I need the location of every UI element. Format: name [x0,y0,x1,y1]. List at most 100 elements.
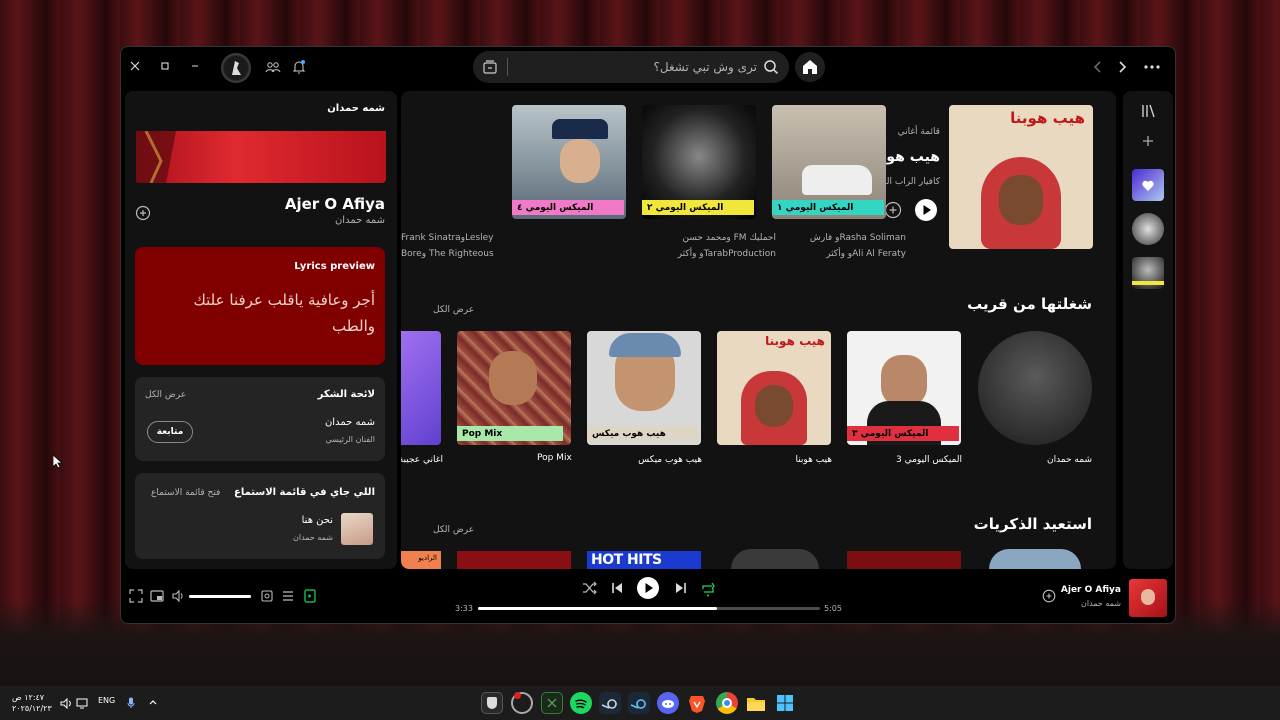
microphone-icon[interactable] [127,697,135,709]
spotify-icon[interactable] [570,692,592,714]
player-track-title[interactable]: Ajer O Afiya [1061,585,1121,595]
recent-hiphop-label[interactable]: هيب هوبنا [795,455,832,465]
featured-play-button[interactable] [915,199,937,221]
friends-icon[interactable] [265,59,281,75]
connect-device-icon[interactable] [260,589,274,603]
create-playlist-icon[interactable] [1140,133,1156,149]
memories-cover-4[interactable] [731,549,819,569]
forward-icon[interactable] [1115,59,1129,75]
memories-cover-2[interactable] [457,551,571,569]
mix1-car [802,165,872,195]
file-explorer-icon[interactable] [745,692,767,714]
liked-songs-item[interactable] [1132,169,1164,201]
recent-hiphop-mix-label[interactable]: هيب هوب ميكس [638,455,702,465]
lyrics-preview-card[interactable]: Lyrics preview أجر وعافية ياقلب عرفنا عل… [135,247,385,365]
minimize-icon[interactable] [189,60,201,72]
daily-mix-1-cover[interactable]: الميكس اليومي ١ [772,105,886,219]
search-input[interactable] [513,51,757,83]
np-track-title[interactable]: Ajer O Afiya [285,195,385,213]
now-playing-view-icon[interactable] [303,589,317,603]
player-track-artist[interactable]: شمه حمدان [1081,599,1121,608]
previous-icon[interactable] [610,581,624,595]
home-button[interactable] [795,52,825,82]
memories-hot-hits-cover[interactable]: HOT HITS [587,551,701,569]
np-track-artist[interactable]: شمه حمدان [335,215,385,226]
tray-chevron-icon[interactable] [148,698,158,706]
mix4-line2: Boreو The Righteous [401,249,494,259]
memories-show-all[interactable]: عرض الكل [433,525,474,535]
player-cover-art[interactable] [1129,579,1167,617]
epic-games-icon[interactable] [481,692,503,714]
hiphop-cover-text: هيب هوبنا [765,334,825,348]
fullscreen-icon[interactable] [129,589,143,603]
close-icon[interactable] [129,60,141,72]
windows-taskbar: ١٢:٤٧ ص ٢٠٢٥/١٢/٢٣ ENG [0,686,1280,720]
steam-icon[interactable] [599,692,621,714]
recent-weird-songs-cover[interactable] [401,331,441,445]
browse-icon[interactable] [482,59,498,75]
recent-mix3-label[interactable]: الميكس اليومي 3 [896,455,962,465]
shuffle-icon[interactable] [582,581,598,595]
featured-cover[interactable]: هيب هوبنا [949,105,1093,249]
memories-section-title[interactable]: استعيد الذكريات [974,515,1092,533]
recent-mix3-cover[interactable]: الميكس اليومي ٣ [847,331,961,445]
queue-track-title[interactable]: نحن هنا [302,515,333,526]
recent-artist-cover[interactable] [978,331,1092,445]
taskbar-clock[interactable]: ١٢:٤٧ ص ٢٠٢٥/١٢/٢٣ [12,692,52,714]
chrome-icon[interactable] [716,692,738,714]
featured-add-icon[interactable] [884,201,902,219]
memories-cover-5[interactable] [847,551,961,569]
open-queue-link[interactable]: فتح قائمة الاستماع [151,488,220,498]
progress-bar[interactable] [478,607,820,610]
miniplayer-icon[interactable] [150,589,164,603]
recent-section-title[interactable]: شغلتها من قريب [967,295,1092,313]
queue-title: اللي جاي في قائمة الاستماع [233,487,375,498]
user-avatar[interactable] [221,53,251,83]
brave-icon[interactable] [686,692,708,714]
memories-cover-6[interactable] [989,549,1081,569]
next-icon[interactable] [674,581,688,595]
bell-icon[interactable] [291,59,307,75]
volume-icon[interactable] [171,589,185,603]
network-app-icon[interactable] [511,692,533,714]
volume-slider[interactable] [189,595,251,598]
np-cover-art [136,130,386,184]
recent-artist-label[interactable]: شمه حمدان [1047,455,1092,465]
xbox-icon[interactable] [541,692,563,714]
library-mix-band [1132,281,1164,285]
daily-mix-2-cover[interactable]: الميكس اليومي ٢ [642,105,756,219]
library-artist-item[interactable] [1132,213,1164,245]
add-to-playlist-icon[interactable] [1042,589,1056,603]
library-mix-item[interactable] [1132,257,1164,289]
np-artist-header: شمه حمدان [327,103,385,114]
recent-weird-songs-label[interactable]: أغاني عجيبة [401,455,443,465]
recent-pop-mix-label[interactable]: Pop Mix [537,453,572,463]
daily-mix-4-cover[interactable]: الميكس اليومي ٤ [512,105,626,219]
recent-show-all[interactable]: عرض الكل [433,305,474,315]
library-icon[interactable] [1140,103,1156,119]
add-to-library-icon[interactable] [135,205,151,221]
queue-icon[interactable] [281,589,295,603]
windows-start-icon[interactable] [774,692,796,714]
repeat-icon[interactable] [700,581,716,597]
play-button[interactable] [637,577,659,599]
follow-button[interactable]: متابعة [147,421,193,443]
steam-alt-icon[interactable] [628,692,650,714]
language-indicator[interactable]: ENG [98,696,115,705]
speaker-icon[interactable] [60,698,72,709]
credits-show-all[interactable]: عرض الكل [145,390,186,400]
more-icon[interactable] [1143,59,1161,75]
taskbar-date: ٢٠٢٥/١٢/٢٣ [12,704,52,713]
mix4-line1: Frank SinatraوLesley [401,233,494,243]
maximize-icon[interactable] [159,60,171,72]
recent-hiphop-mix-cover[interactable]: هيب هوب ميكس [587,331,701,445]
display-icon[interactable] [76,698,88,709]
recent-hiphop-cover[interactable]: هيب هوبنا [717,331,831,445]
credit-name[interactable]: شمه حمدان [325,417,375,428]
discord-icon[interactable] [657,692,679,714]
mouse-cursor-icon [53,455,62,469]
recent-pop-mix-cover[interactable]: Pop Mix [457,331,571,445]
back-icon[interactable] [1091,59,1105,75]
search-icon[interactable] [763,59,779,75]
memories-radio-cover[interactable]: الراديو [401,551,441,569]
